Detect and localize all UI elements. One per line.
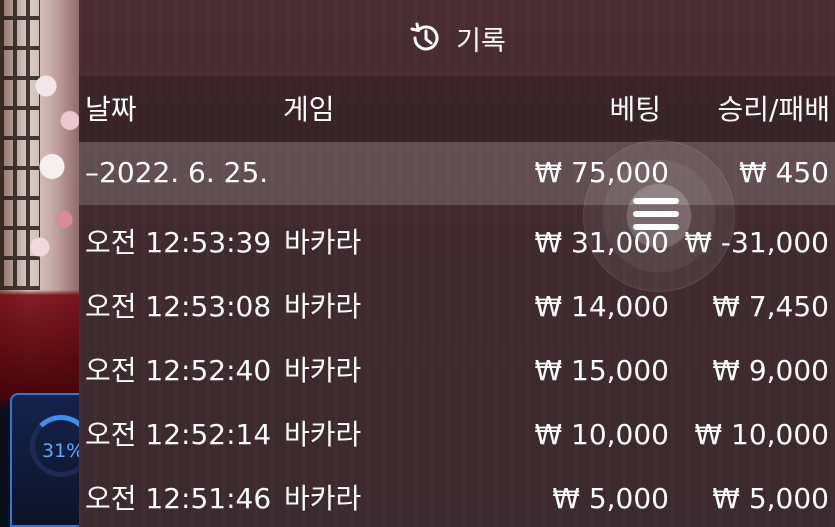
row-time: 오전 12:53:08	[85, 290, 272, 323]
row-result: ₩ 5,000	[712, 482, 829, 515]
row-result: ₩ 7,450	[712, 290, 829, 323]
column-header-game: 게임	[283, 93, 335, 126]
row-result: ₩ 10,000	[694, 418, 829, 451]
row-time: 오전 12:52:40	[85, 354, 272, 387]
row-time: 오전 12:52:14	[85, 418, 272, 451]
column-header-result: 승리/패배	[717, 93, 830, 126]
row-bet: ₩ 5,000	[552, 482, 669, 515]
history-panel: 기록 날짜 게임 베팅 승리/패배 –2022. 6. 25. ₩ 75,000…	[79, 0, 835, 527]
row-time: 오전 12:53:39	[85, 226, 272, 259]
row-game: 바카라	[284, 418, 362, 451]
column-header-bet: 베팅	[609, 93, 661, 126]
date-group-label: –2022. 6. 25.	[85, 156, 269, 189]
row-game: 바카라	[284, 226, 362, 259]
history-icon	[408, 20, 444, 56]
menu-icon	[633, 198, 679, 234]
progress-widget[interactable]: 31%	[10, 393, 92, 527]
row-game: 바카라	[284, 354, 362, 387]
row-bet: ₩ 10,000	[534, 418, 669, 451]
row-bet: ₩ 15,000	[534, 354, 669, 387]
panel-header: 기록	[79, 0, 835, 76]
game-screen: 31% 기록 날짜 게임 베팅 승리/패배 –2022. 6. 25. ₩ 75…	[0, 0, 835, 527]
history-row[interactable]: 오전 12:52:14 바카라 ₩ 10,000 ₩ 10,000	[79, 402, 835, 466]
row-result: ₩ 9,000	[712, 354, 829, 387]
row-bet: ₩ 14,000	[534, 290, 669, 323]
history-row[interactable]: 오전 12:52:40 바카라 ₩ 15,000 ₩ 9,000	[79, 338, 835, 402]
menu-button[interactable]	[583, 140, 735, 292]
history-row[interactable]: 오전 12:51:46 바카라 ₩ 5,000 ₩ 5,000	[79, 466, 835, 527]
row-time: 오전 12:51:46	[85, 482, 272, 515]
progress-percent: 31%	[42, 440, 85, 462]
row-game: 바카라	[284, 482, 362, 515]
panel-title: 기록	[456, 25, 506, 57]
row-game: 바카라	[284, 290, 362, 323]
history-row[interactable]: 오전 12:53:08 바카라 ₩ 14,000 ₩ 7,450	[79, 274, 835, 338]
column-header-date: 날짜	[85, 93, 137, 126]
date-group-result-total: ₩ 450	[738, 156, 829, 189]
column-header-row: 날짜 게임 베팅 승리/패배	[79, 76, 835, 142]
